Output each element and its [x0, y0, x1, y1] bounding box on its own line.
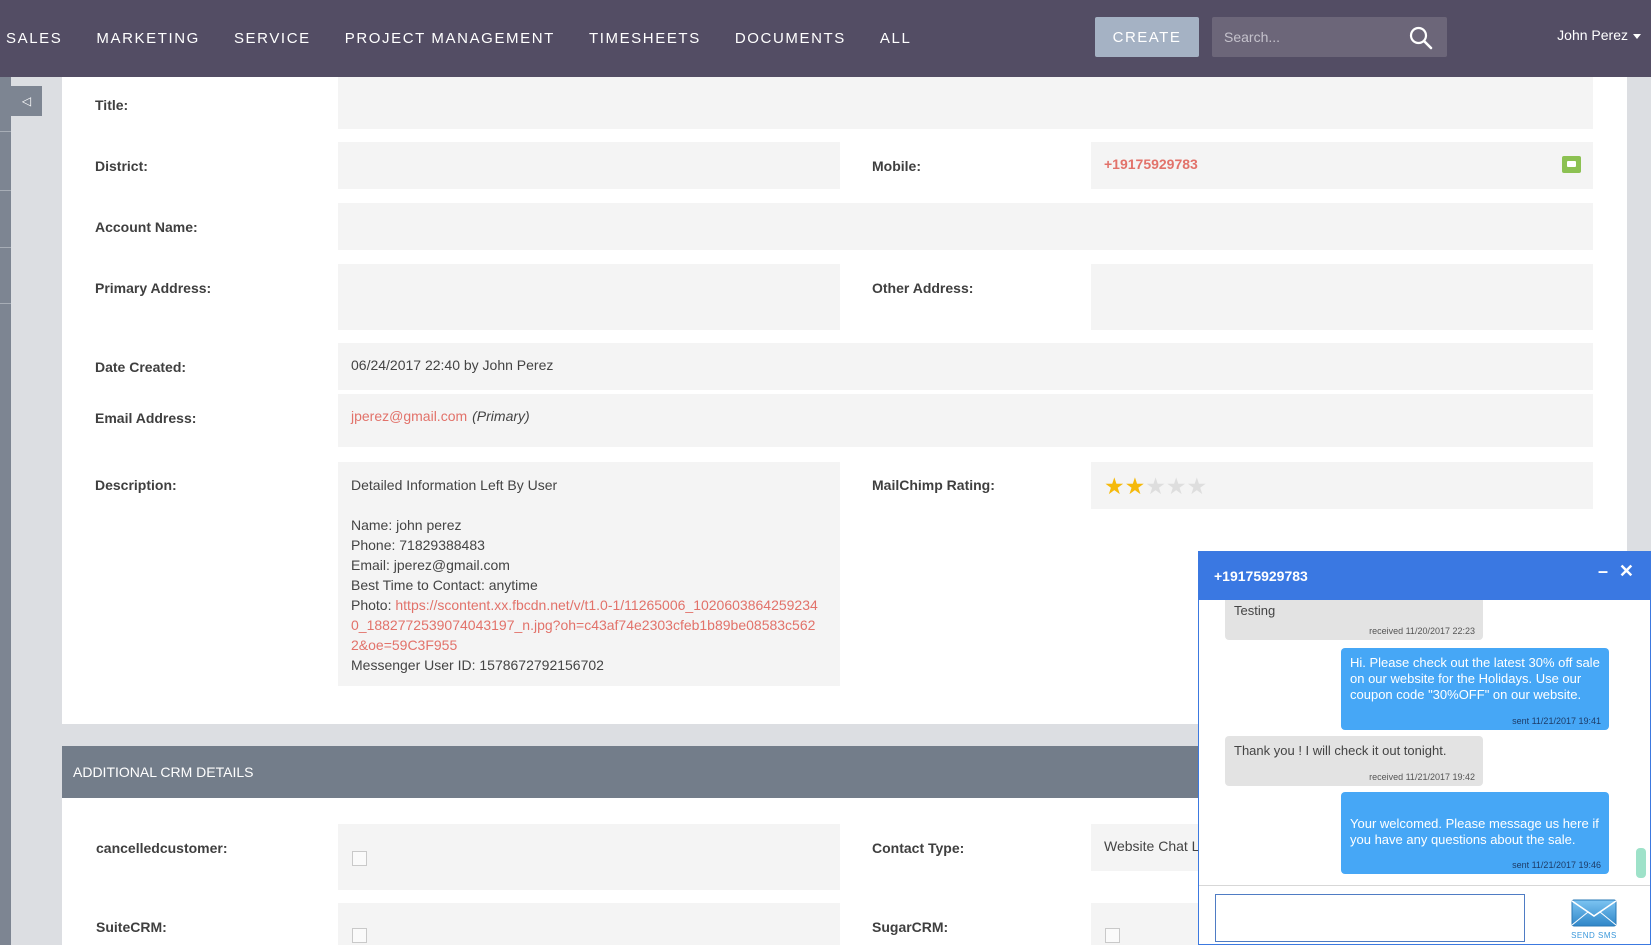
sms-message-input[interactable] [1215, 894, 1525, 942]
description-phone: Phone: 71829388483 [351, 537, 485, 553]
star-icon[interactable]: ★ [1125, 474, 1146, 498]
district-field[interactable] [338, 142, 840, 189]
sugarcrm-label: SugarCRM: [872, 919, 949, 935]
email-value: jperez@gmail.com (Primary) [351, 408, 530, 424]
star-icon[interactable]: ★ [1145, 474, 1166, 498]
nav-item-timesheets[interactable]: TIMESHEETS [589, 30, 701, 47]
description-text: Detailed Information Left By User Name: … [351, 475, 821, 675]
mobile-field: +19175929783 [1091, 142, 1593, 189]
message-text: Hi. Please check out the latest 30% off … [1350, 655, 1600, 702]
nav-item-all[interactable]: ALL [880, 30, 912, 47]
suitecrm-label: SuiteCRM: [96, 919, 167, 935]
title-field[interactable] [338, 77, 1593, 129]
cancelledcustomer-field [338, 824, 840, 890]
envelope-icon [1571, 899, 1617, 927]
star-rating[interactable]: ★ ★ ★ ★ ★ [1104, 474, 1207, 498]
sms-icon[interactable] [1562, 156, 1581, 173]
user-name: John Perez [1557, 27, 1628, 43]
email-field: jperez@gmail.com (Primary) [338, 394, 1593, 447]
additional-crm-title: ADDITIONAL CRM DETAILS [73, 764, 254, 780]
message-meta: received 11/21/2017 19:42 [1369, 772, 1475, 782]
email-label: Email Address: [95, 410, 197, 426]
chat-composer: SEND SMS [1199, 885, 1650, 944]
sidebar-divider [0, 190, 11, 191]
top-navigation-bar: SALES MARKETING SERVICE PROJECT MANAGEME… [0, 0, 1651, 77]
mailchimp-rating-label: MailChimp Rating: [872, 477, 995, 493]
message-meta: sent 11/21/2017 19:46 [1512, 860, 1601, 870]
account-name-label: Account Name: [95, 219, 198, 235]
date-created-label: Date Created: [95, 359, 187, 375]
description-photo: Photo: https://scontent.xx.fbcdn.net/v/t… [351, 595, 821, 655]
date-created-value: 06/24/2017 22:40 by John Perez [351, 357, 554, 373]
message-text: Thank you ! I will check it out tonight. [1234, 743, 1447, 758]
sugarcrm-checkbox[interactable] [1105, 928, 1120, 943]
sidebar-divider [0, 131, 11, 132]
user-menu[interactable]: John Perez [1557, 27, 1641, 43]
send-sms-button[interactable]: SEND SMS [1569, 898, 1619, 942]
close-icon[interactable]: ✕ [1619, 561, 1634, 582]
chat-message-sent: Hi. Please check out the latest 30% off … [1341, 648, 1609, 730]
description-email: Email: jperez@gmail.com [351, 557, 510, 573]
search-input[interactable] [1212, 17, 1402, 57]
message-text: Testing [1234, 603, 1276, 618]
collapse-sidebar-icon[interactable]: ◁ [11, 86, 42, 116]
star-icon[interactable]: ★ [1166, 474, 1187, 498]
description-field: Detailed Information Left By User Name: … [338, 462, 840, 686]
chat-message-sent: Your welcomed. Please message us here if… [1341, 792, 1609, 874]
chat-messages: Testing received 11/20/2017 22:23 Hi. Pl… [1199, 600, 1650, 884]
primary-address-label: Primary Address: [95, 280, 212, 296]
nav-item-service[interactable]: SERVICE [234, 30, 311, 47]
chat-header: +19175929783 – ✕ [1199, 552, 1650, 600]
sidebar-divider [0, 247, 11, 248]
title-label: Title: [95, 97, 129, 113]
account-name-field[interactable] [338, 203, 1593, 250]
primary-address-field[interactable] [338, 264, 840, 330]
nav-item-sales[interactable]: SALES [6, 30, 62, 47]
description-messenger-id: Messenger User ID: 1578672792156702 [351, 657, 604, 673]
message-meta: sent 11/21/2017 19:41 [1512, 716, 1601, 726]
message-meta: received 11/20/2017 22:23 [1369, 626, 1475, 636]
district-label: District: [95, 158, 148, 174]
photo-prefix: Photo: [351, 597, 396, 613]
message-text: Your welcomed. Please message us here if… [1350, 816, 1599, 847]
contact-type-value: Website Chat Le [1104, 838, 1208, 854]
nav-item-marketing[interactable]: MARKETING [96, 30, 200, 47]
description-heading: Detailed Information Left By User [351, 477, 558, 493]
main-nav: SALES MARKETING SERVICE PROJECT MANAGEME… [0, 0, 940, 77]
cancelledcustomer-label: cancelledcustomer: [96, 840, 228, 856]
sidebar-strip [0, 77, 11, 945]
star-icon[interactable]: ★ [1104, 474, 1125, 498]
other-address-field[interactable] [1091, 264, 1593, 330]
suitecrm-field [338, 903, 840, 945]
create-button[interactable]: CREATE [1095, 17, 1199, 57]
mailchimp-rating-field: ★ ★ ★ ★ ★ [1091, 462, 1593, 509]
other-address-label: Other Address: [872, 280, 974, 296]
search-box [1212, 17, 1447, 57]
nav-item-documents[interactable]: DOCUMENTS [735, 30, 846, 47]
chevron-down-icon [1633, 33, 1641, 39]
contact-type-label: Contact Type: [872, 840, 965, 856]
minimize-icon[interactable]: – [1598, 561, 1608, 582]
nav-item-project-management[interactable]: PROJECT MANAGEMENT [345, 30, 555, 47]
mobile-label: Mobile: [872, 158, 921, 174]
date-created-field: 06/24/2017 22:40 by John Perez [338, 343, 1593, 390]
sidebar-divider [0, 303, 11, 304]
chat-message-received: Testing received 11/20/2017 22:23 [1225, 600, 1483, 640]
search-icon[interactable] [1408, 25, 1434, 51]
chat-scrollbar-thumb[interactable] [1636, 848, 1646, 878]
star-icon[interactable]: ★ [1187, 474, 1208, 498]
send-sms-label: SEND SMS [1571, 931, 1617, 940]
suitecrm-checkbox[interactable] [352, 928, 367, 943]
description-label: Description: [95, 477, 177, 493]
cancelledcustomer-checkbox[interactable] [352, 851, 367, 866]
chat-message-received: Thank you ! I will check it out tonight.… [1225, 736, 1483, 786]
chat-phone-number: +19175929783 [1214, 568, 1308, 584]
description-name: Name: john perez [351, 517, 462, 533]
email-primary-tag: (Primary) [472, 408, 530, 424]
email-link[interactable]: jperez@gmail.com [351, 408, 467, 424]
photo-link[interactable]: https://scontent.xx.fbcdn.net/v/t1.0-1/1… [351, 597, 818, 653]
description-best-time: Best Time to Contact: anytime [351, 577, 538, 593]
sms-chat-widget: +19175929783 – ✕ Testing received 11/20/… [1198, 551, 1651, 945]
mobile-link[interactable]: +19175929783 [1104, 156, 1198, 172]
